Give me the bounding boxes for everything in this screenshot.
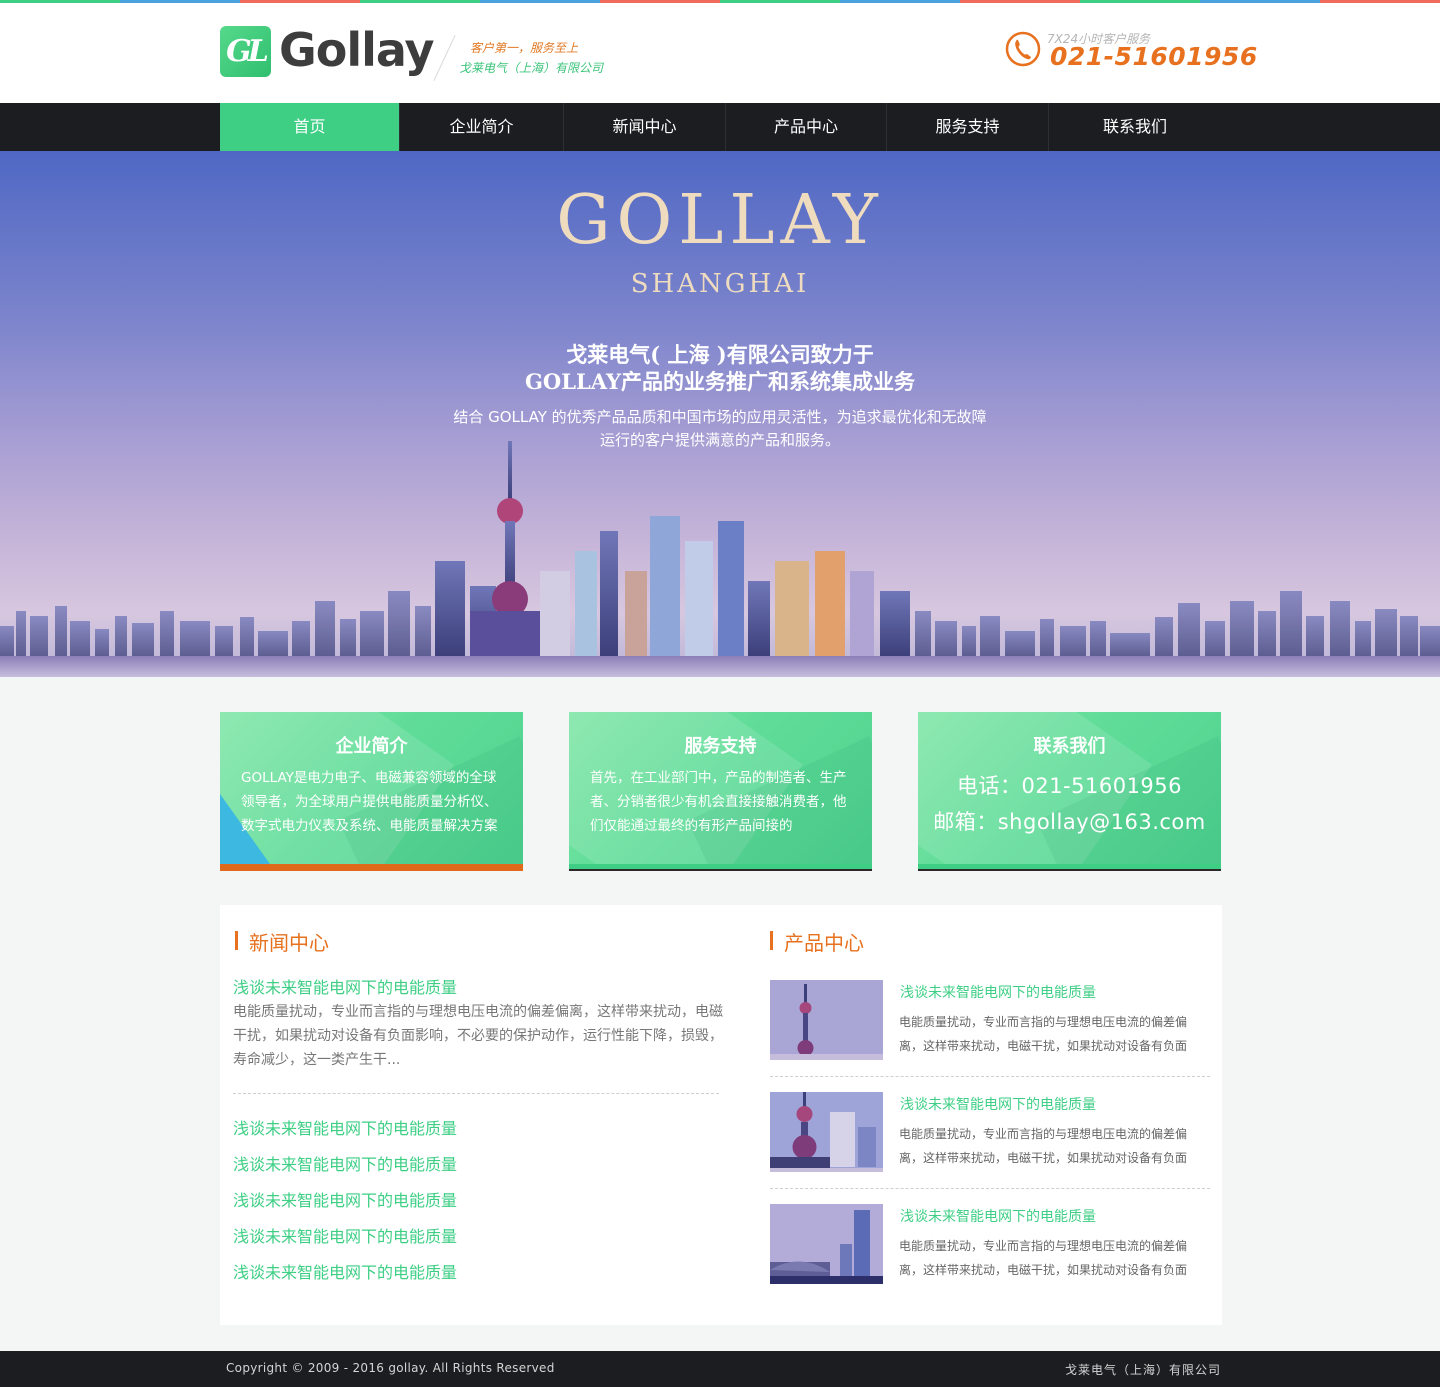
product-item[interactable]: 浅谈未来智能电网下的电能质量 电能质量扰动，专业而言指的与理想电压电流的偏差偏离…: [770, 1092, 1210, 1172]
nav-item-contact[interactable]: 联系我们: [1049, 103, 1221, 151]
feature-text: GOLLAY是电力电子、电磁兼容领域的全球领导者，为全球用户提供电能质量分析仪、…: [241, 770, 498, 834]
product-item[interactable]: 浅谈未来智能电网下的电能质量 电能质量扰动，专业而言指的与理想电压电流的偏差偏离…: [770, 980, 1210, 1060]
feature-title: 企业简介: [335, 736, 408, 757]
news-featured-summary: 电能质量扰动，专业而言指的与理想电压电流的偏差偏离，这样带来扰动，电磁干扰，如果…: [233, 1004, 723, 1068]
feature-bottom-bar: [220, 864, 523, 871]
news-list-item[interactable]: 浅谈未来智能电网下的电能质量: [233, 1153, 457, 1189]
feature-title: 联系我们: [1033, 736, 1106, 757]
product-title[interactable]: 浅谈未来智能电网下的电能质量: [900, 982, 1096, 1002]
product-divider: [770, 1076, 1210, 1077]
banner-subtitle: SHANGHAI: [630, 269, 810, 299]
banner-title: GOLLAY: [556, 181, 884, 260]
nav-item-about[interactable]: 企业简介: [400, 103, 564, 151]
news-list-item[interactable]: 浅谈未来智能电网下的电能质量: [233, 1189, 457, 1225]
product-description: 电能质量扰动，专业而言指的与理想电压电流的偏差偏离，这样带来扰动，电磁干扰，如果…: [899, 1015, 1188, 1053]
main-nav: 首页 企业简介 新闻中心 产品中心 服务支持 联系我们: [0, 103, 1440, 151]
content-panel: 新闻中心 浅谈未来智能电网下的电能质量 电能质量扰动，专业而言指的与理想电压电流…: [220, 905, 1222, 1325]
logo-text[interactable]: Gollay: [279, 23, 435, 77]
product-description: 电能质量扰动，专业而言指的与理想电压电流的偏差偏离，这样带来扰动，电磁干扰，如果…: [899, 1239, 1188, 1277]
news-list-item[interactable]: 浅谈未来智能电网下的电能质量: [233, 1261, 457, 1297]
nav-item-home[interactable]: 首页: [220, 103, 400, 151]
news-featured-title[interactable]: 浅谈未来智能电网下的电能质量: [233, 974, 457, 998]
news-list-item[interactable]: 浅谈未来智能电网下的电能质量: [233, 1225, 457, 1261]
site-footer: Copyright © 2009 - 2016 gollay. All Righ…: [0, 1351, 1440, 1387]
product-item[interactable]: 浅谈未来智能电网下的电能质量 电能质量扰动，专业而言指的与理想电压电流的偏差偏离…: [770, 1204, 1210, 1284]
feature-card-support[interactable]: 服务支持 首先，在工业部门中，产品的制造者、生产者、分销者很少有机会直接接触消费…: [569, 712, 872, 871]
logo-mark[interactable]: GL: [220, 26, 271, 77]
news-divider: [233, 1093, 719, 1094]
site-header: GL Gollay 客户第一，服务至上 戈莱电气（上海）有限公司 7X24小时客…: [0, 3, 1440, 103]
nav-item-support[interactable]: 服务支持: [887, 103, 1049, 151]
copyright-text: Copyright © 2009 - 2016 gollay. All Righ…: [226, 1361, 555, 1375]
slogan-line1: 客户第一，服务至上: [470, 41, 579, 55]
news-list: 浅谈未来智能电网下的电能质量 浅谈未来智能电网下的电能质量 浅谈未来智能电网下的…: [233, 1117, 457, 1297]
product-title[interactable]: 浅谈未来智能电网下的电能质量: [900, 1094, 1096, 1114]
product-thumbnail[interactable]: [770, 980, 883, 1060]
product-description: 电能质量扰动，专业而言指的与理想电压电流的偏差偏离，这样带来扰动，电磁干扰，如果…: [899, 1127, 1188, 1165]
product-divider: [770, 1188, 1210, 1189]
hero-banner: GOLLAY SHANGHAI 戈莱电气( 上海 )有限公司致力于 GOLLAY…: [0, 151, 1440, 677]
product-thumbnail[interactable]: [770, 1204, 883, 1284]
banner-headline: GOLLAY产品的业务推广和系统集成业务: [525, 369, 915, 394]
logo-divider: [433, 35, 456, 81]
news-section-title[interactable]: 新闻中心: [235, 927, 329, 956]
products-section-title[interactable]: 产品中心: [770, 927, 864, 956]
feature-bottom-bar: [569, 864, 872, 871]
banner-headline: 戈莱电气( 上海 )有限公司致力于: [566, 342, 874, 367]
phone-icon: [1005, 31, 1041, 67]
feature-title: 服务支持: [684, 736, 757, 757]
city-skyline-image: [0, 441, 1440, 677]
news-list-item[interactable]: 浅谈未来智能电网下的电能质量: [233, 1117, 457, 1153]
product-title[interactable]: 浅谈未来智能电网下的电能质量: [900, 1206, 1096, 1226]
hotline-number: 021-51601956: [1050, 42, 1258, 71]
slogan-line2: 戈莱电气（上海）有限公司: [459, 61, 604, 75]
contact-phone: 电话：021-51601956: [956, 774, 1183, 798]
nav-item-news[interactable]: 新闻中心: [564, 103, 726, 151]
feature-card-contact[interactable]: 联系我们 电话：021-51601956 邮箱：shgollay@163.com: [918, 712, 1221, 871]
feature-text: 首先，在工业部门中，产品的制造者、生产者、分销者很少有机会直接接触消费者，他们仅…: [590, 770, 847, 834]
product-thumbnail[interactable]: [770, 1092, 883, 1172]
contact-email: 邮箱：shgollay@163.com: [933, 810, 1206, 834]
footer-company-name: 戈莱电气（上海）有限公司: [1064, 1363, 1221, 1377]
feature-bottom-bar: [918, 864, 1221, 871]
feature-card-about[interactable]: 企业简介 GOLLAY是电力电子、电磁兼容领域的全球领导者，为全球用户提供电能质…: [220, 712, 523, 871]
nav-item-products[interactable]: 产品中心: [726, 103, 887, 151]
